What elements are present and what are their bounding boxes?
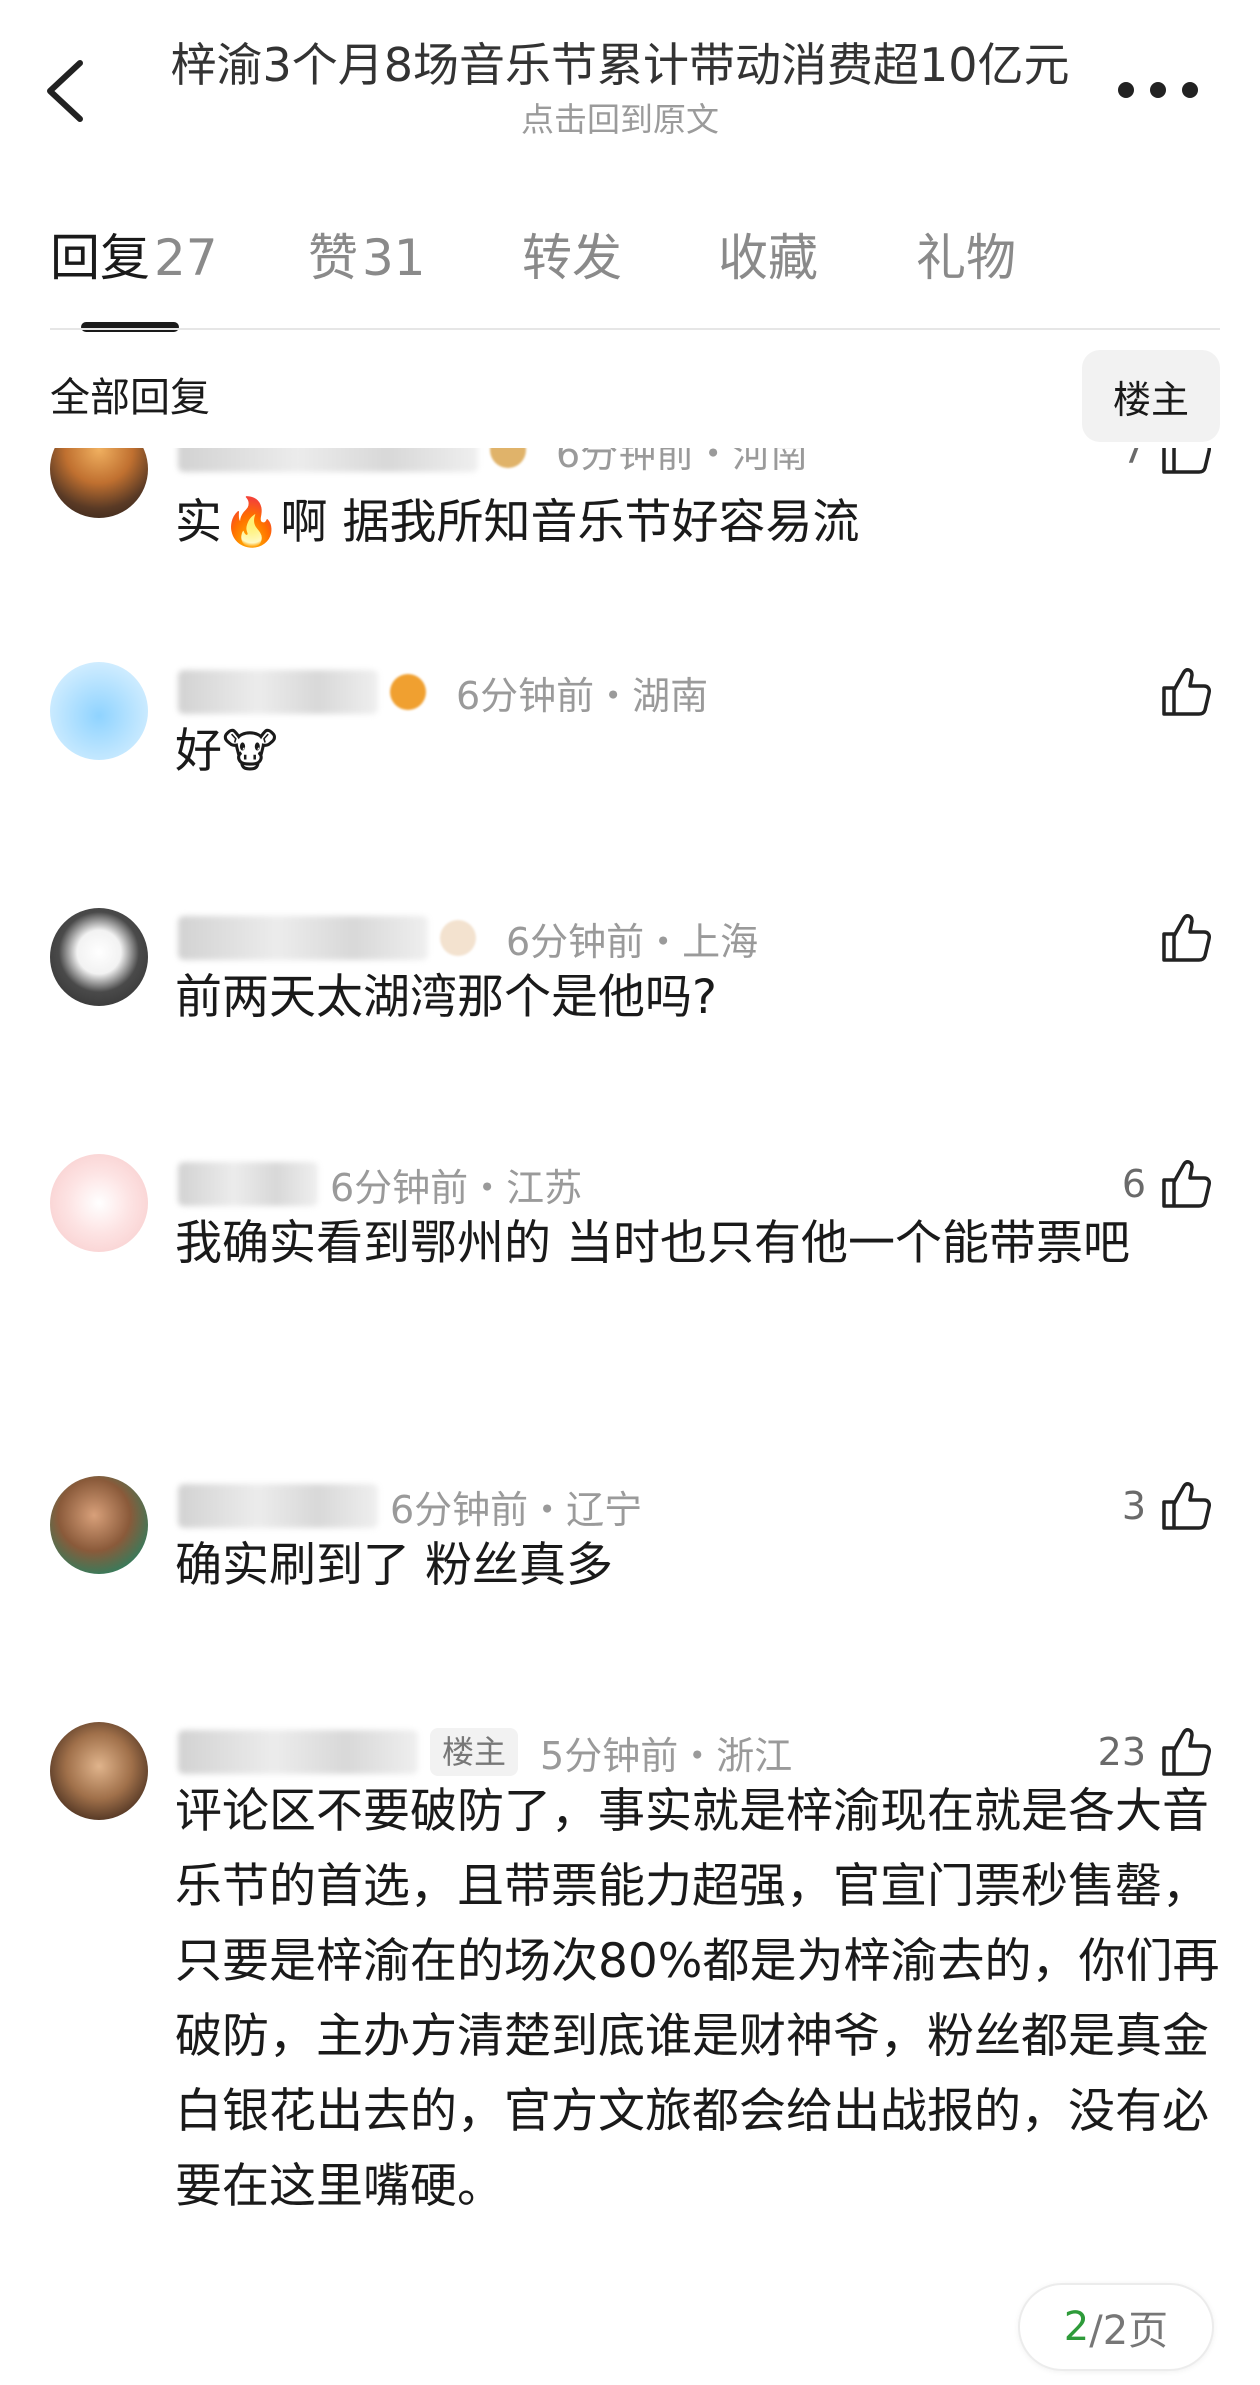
badge-icon bbox=[440, 920, 476, 956]
comment-meta: 6分钟前・上海 bbox=[178, 908, 758, 968]
tab-likes[interactable]: 赞31 bbox=[308, 218, 426, 298]
avatar[interactable] bbox=[50, 908, 148, 1006]
like-button[interactable]: 7 bbox=[1122, 448, 1214, 480]
back-to-original-link[interactable]: 点击回到原文 bbox=[130, 96, 1110, 144]
tab-replies[interactable]: 回复27 bbox=[50, 218, 218, 298]
badge-icon bbox=[390, 674, 426, 710]
comment-meta: 6分钟前・辽宁 bbox=[178, 1476, 642, 1536]
op-only-button[interactable]: 楼主 bbox=[1082, 350, 1220, 442]
thumbs-up-icon bbox=[1162, 914, 1211, 962]
comment-text: 评论区不要破防了，事实就是梓渝现在就是各大音乐节的首选，且带票能力超强，官宣门票… bbox=[175, 1784, 1220, 2214]
nickname-blurred[interactable] bbox=[178, 1162, 318, 1206]
thumbs-up-icon bbox=[1162, 1728, 1211, 1776]
comment-text: 确实刷到了 粉丝真多 bbox=[175, 1538, 613, 1593]
comment-list[interactable]: 6分钟前・河南 7 实🔥啊 据我所知音乐节好容易流 6分钟前・湖南 好🐮 6分钟… bbox=[0, 448, 1260, 2385]
avatar[interactable] bbox=[50, 1476, 148, 1574]
op-badge: 楼主 bbox=[430, 1728, 519, 1776]
top-bar: 梓渝3个月8场音乐节累计带动消费超10亿元 点击回到原文 bbox=[0, 0, 1260, 170]
nickname-blurred[interactable] bbox=[178, 916, 428, 960]
more-button[interactable] bbox=[1118, 72, 1198, 108]
nickname-blurred[interactable] bbox=[178, 1484, 378, 1528]
comment-text: 我确实看到鄂州的 当时也只有他一个能带票吧 bbox=[175, 1216, 1130, 1271]
page-indicator[interactable]: 2/2页 bbox=[1018, 2283, 1214, 2371]
thumbs-up-icon bbox=[1162, 668, 1211, 716]
comment-meta: 6分钟前・河南 bbox=[178, 448, 808, 480]
like-button[interactable] bbox=[1146, 908, 1214, 968]
comment-text: 好🐮 bbox=[175, 724, 278, 779]
divider bbox=[50, 328, 1220, 330]
thumbs-up-icon bbox=[1162, 1482, 1211, 1530]
comment-meta: 6分钟前・湖南 bbox=[178, 662, 708, 722]
back-button[interactable] bbox=[40, 55, 92, 127]
tab-favorites[interactable]: 收藏 bbox=[718, 218, 818, 298]
nickname-blurred[interactable] bbox=[178, 670, 378, 714]
active-tab-indicator bbox=[81, 322, 179, 332]
comment-meta: 楼主 5分钟前・浙江 bbox=[178, 1722, 792, 1782]
thumbs-up-icon bbox=[1162, 448, 1211, 474]
like-button[interactable]: 3 bbox=[1122, 1476, 1214, 1536]
title-block[interactable]: 梓渝3个月8场音乐节累计带动消费超10亿元 点击回到原文 bbox=[130, 34, 1110, 144]
like-button[interactable]: 23 bbox=[1098, 1722, 1214, 1782]
like-button[interactable]: 6 bbox=[1122, 1154, 1214, 1214]
comment-meta: 6分钟前・江苏 bbox=[178, 1154, 582, 1214]
tab-gifts[interactable]: 礼物 bbox=[916, 218, 1016, 298]
nickname-blurred[interactable] bbox=[178, 448, 478, 472]
ellipsis-icon bbox=[1118, 82, 1134, 98]
chevron-left-icon bbox=[47, 60, 83, 122]
avatar[interactable] bbox=[50, 1154, 148, 1252]
comment-text: 前两天太湖湾那个是他吗? bbox=[175, 970, 717, 1025]
post-title: 梓渝3个月8场音乐节累计带动消费超10亿元 bbox=[170, 38, 1070, 92]
avatar[interactable] bbox=[50, 1722, 148, 1820]
avatar[interactable] bbox=[50, 662, 148, 760]
badge-icon bbox=[490, 448, 526, 468]
like-button[interactable] bbox=[1146, 662, 1214, 722]
nickname-blurred[interactable] bbox=[178, 1730, 418, 1774]
tab-bar: 回复27 赞31 转发 收藏 礼物 bbox=[50, 218, 1220, 328]
thumbs-up-icon bbox=[1162, 1160, 1211, 1208]
tab-reposts[interactable]: 转发 bbox=[522, 218, 622, 298]
all-replies-label: 全部回复 bbox=[50, 375, 210, 421]
avatar[interactable] bbox=[50, 448, 148, 518]
comment-text: 实🔥啊 据我所知音乐节好容易流 bbox=[175, 495, 860, 550]
